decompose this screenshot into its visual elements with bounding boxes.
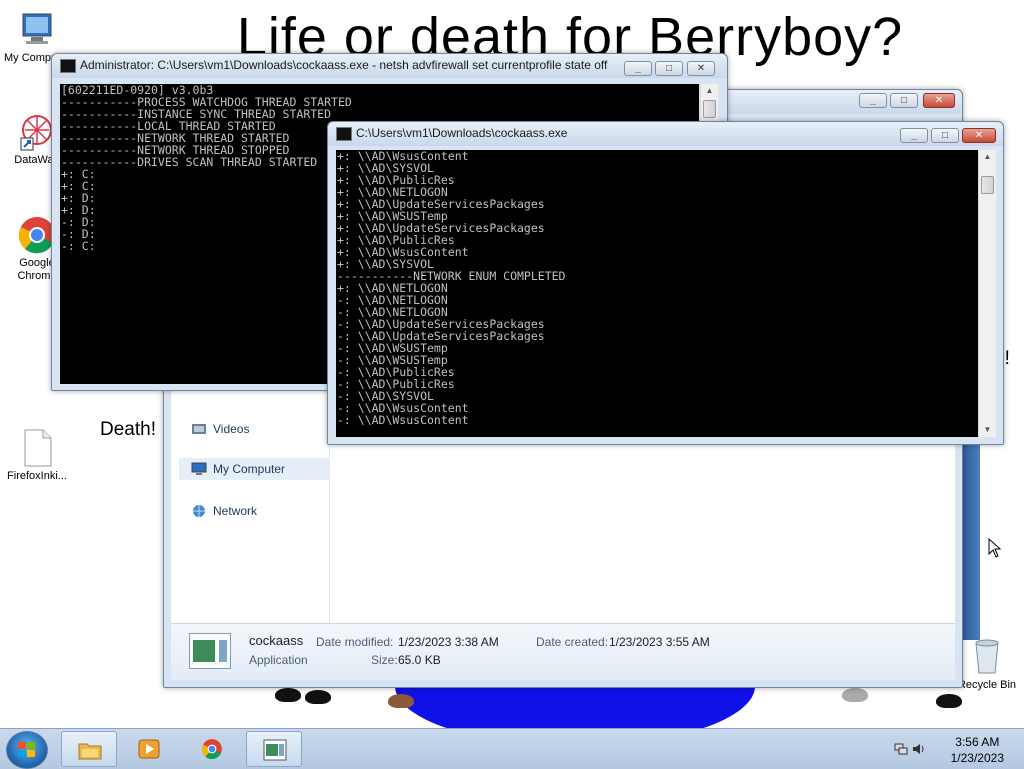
close-icon: ✕ xyxy=(934,95,944,106)
admin-console-titlebar[interactable]: Administrator: C:\Users\vm1\Downloads\co… xyxy=(52,54,727,78)
computer-icon xyxy=(17,10,57,50)
windows-logo-icon xyxy=(18,742,36,758)
file-icon xyxy=(17,428,57,468)
scroll-thumb[interactable] xyxy=(981,176,994,194)
taskbar-chrome-button[interactable] xyxy=(184,731,240,767)
taskbar-console-app-button[interactable] xyxy=(246,731,302,767)
wallpaper-shoe xyxy=(842,688,868,702)
console-window-icon xyxy=(336,127,352,141)
computer-icon xyxy=(191,462,207,475)
desktop-icon-firefoxinki[interactable]: FirefoxInki... xyxy=(0,428,74,483)
minimize-icon: _ xyxy=(870,95,876,106)
maximize-icon: □ xyxy=(900,95,908,106)
recycle-bin-icon xyxy=(967,633,1007,677)
nav-item-my-computer[interactable]: My Computer xyxy=(179,458,329,480)
admin-console-title: Administrator: C:\Users\vm1\Downloads\co… xyxy=(80,58,608,72)
wallpaper-shoe xyxy=(936,694,962,708)
system-tray: 3:56 AM 1/23/2023 xyxy=(884,729,1024,769)
taskbar-clock[interactable]: 3:56 AM 1/23/2023 xyxy=(951,734,1004,766)
mouse-cursor-icon xyxy=(988,538,1002,558)
wallpaper-death-text: Death! xyxy=(100,419,156,440)
details-file-type: Application xyxy=(249,653,308,667)
taskbar-media-player-button[interactable] xyxy=(121,731,177,767)
console-app-icon xyxy=(263,739,287,761)
nav-item-label: Videos xyxy=(213,422,250,436)
explorer-icon xyxy=(78,743,102,760)
details-date-created-label: Date created: xyxy=(536,635,609,649)
console-line: -: \\AD\WsusContent xyxy=(337,413,469,427)
minimize-icon: _ xyxy=(635,63,641,74)
details-date-created: 1/23/2023 3:55 AM xyxy=(609,635,710,649)
main-console-output[interactable]: +: \\AD\WsusContent +: \\AD\SYSVOL +: \\AD… xyxy=(336,150,978,437)
close-icon: ✕ xyxy=(696,63,706,74)
taskbar: 3:56 AM 1/23/2023 xyxy=(0,728,1024,769)
start-button[interactable] xyxy=(6,731,48,769)
clock-date: 1/23/2023 xyxy=(950,751,1004,765)
explorer-maximize-button[interactable]: □ xyxy=(890,93,918,108)
main-console-maximize-button[interactable]: □ xyxy=(931,128,959,143)
main-console-close-button[interactable]: ✕ xyxy=(962,128,996,143)
chrome-icon xyxy=(202,739,222,760)
wallpaper-figure-edge xyxy=(962,440,980,640)
explorer-close-button[interactable]: ✕ xyxy=(923,93,955,108)
admin-console-close-button[interactable]: ✕ xyxy=(687,61,715,76)
details-size-label: Size: xyxy=(371,653,398,667)
console-window-icon xyxy=(60,59,76,73)
wallpaper-shoe xyxy=(275,688,301,702)
nav-item-network[interactable]: Network xyxy=(171,500,257,522)
network-icon xyxy=(193,505,205,517)
maximize-icon: □ xyxy=(941,130,949,141)
taskbar-explorer-button[interactable] xyxy=(61,731,117,767)
main-console-minimize-button[interactable]: _ xyxy=(900,128,928,143)
details-date-modified: 1/23/2023 3:38 AM xyxy=(398,635,499,649)
main-console-titlebar[interactable]: C:\Users\vm1\Downloads\cockaass.exe _ □ … xyxy=(328,122,1003,146)
nav-item-videos[interactable]: Videos xyxy=(171,418,249,440)
scroll-up-arrow-icon[interactable]: ▲ xyxy=(701,84,718,98)
explorer-details-pane: cockaass Application Date modified: 1/23… xyxy=(171,623,955,680)
main-console-title: C:\Users\vm1\Downloads\cockaass.exe xyxy=(356,126,568,140)
desktop-icon-label: FirefoxInki... xyxy=(7,470,67,482)
videos-icon xyxy=(192,424,206,434)
maximize-icon: □ xyxy=(665,63,673,74)
scroll-up-arrow-icon[interactable]: ▲ xyxy=(979,150,996,164)
main-console-window[interactable]: C:\Users\vm1\Downloads\cockaass.exe _ □ … xyxy=(327,121,1004,445)
network-tray-icon[interactable] xyxy=(894,742,908,756)
details-file-name: cockaass xyxy=(249,633,304,648)
nav-item-label: Network xyxy=(213,504,258,518)
admin-console-minimize-button[interactable]: _ xyxy=(624,61,652,76)
close-icon: ✕ xyxy=(974,130,984,141)
volume-icon[interactable] xyxy=(912,742,926,756)
media-player-icon xyxy=(138,739,160,759)
application-icon xyxy=(189,633,231,669)
details-date-modified-label: Date modified: xyxy=(316,635,394,649)
nav-item-label: My Computer xyxy=(213,462,286,476)
main-console-scrollbar[interactable]: ▲ ▼ xyxy=(978,150,996,437)
minimize-icon: _ xyxy=(911,130,917,141)
wallpaper-shoe xyxy=(305,690,331,704)
explorer-minimize-button[interactable]: _ xyxy=(859,93,887,108)
wallpaper-shoe xyxy=(388,694,414,708)
scroll-thumb[interactable] xyxy=(703,100,716,118)
details-size: 65.0 KB xyxy=(398,653,441,667)
admin-console-maximize-button[interactable]: □ xyxy=(655,61,683,76)
clock-time: 3:56 AM xyxy=(955,735,1000,749)
scroll-down-arrow-icon[interactable]: ▼ xyxy=(979,423,996,437)
